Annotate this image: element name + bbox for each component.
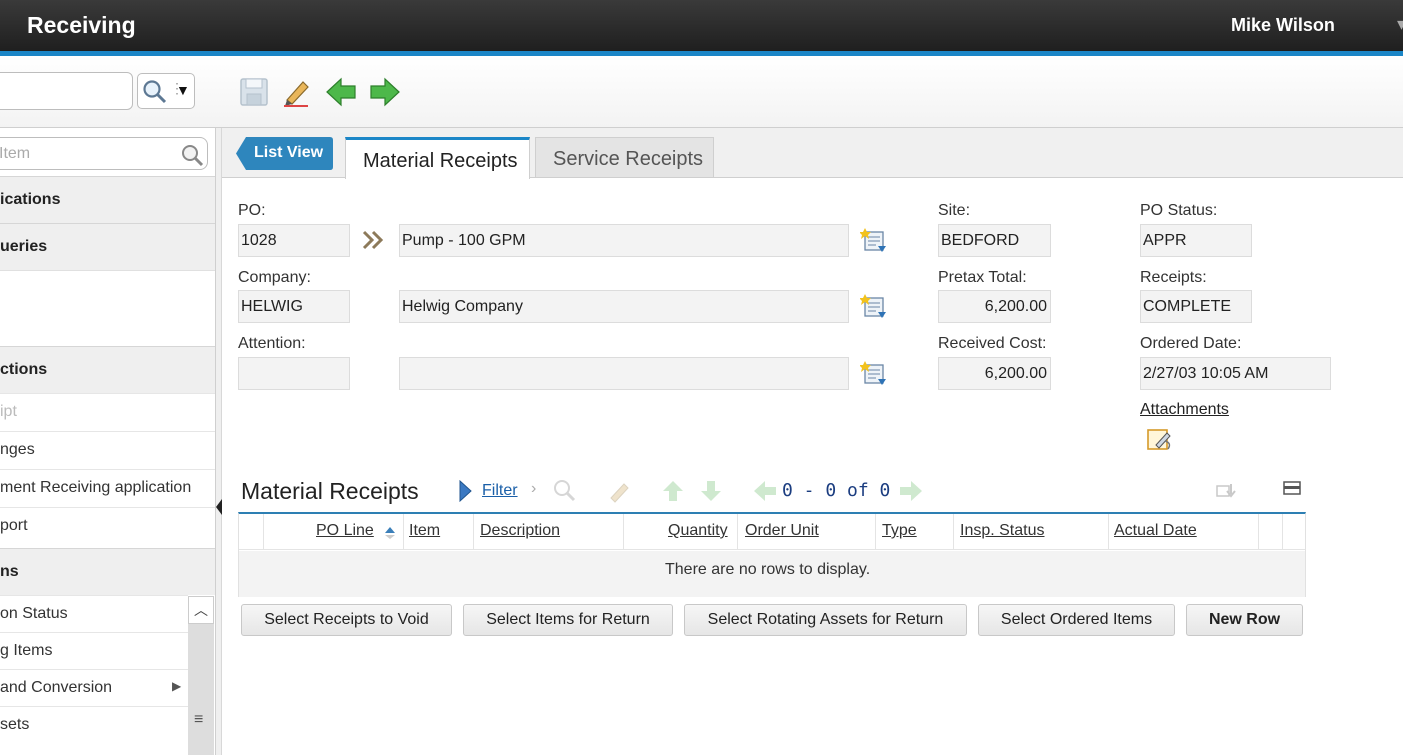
- empty-table-message: There are no rows to display.: [665, 561, 871, 578]
- ordered-date-label: Ordered Date:: [1140, 335, 1242, 352]
- sidebar-section-actions[interactable]: ctions: [0, 346, 215, 393]
- sidebar-action-item[interactable]: port: [0, 507, 215, 544]
- received-cost-field: 6,200.00: [938, 357, 1051, 390]
- clear-filter-icon: [610, 483, 629, 503]
- sidebar-section-applications[interactable]: ications: [0, 176, 215, 223]
- tab-service-receipts[interactable]: Service Receipts: [535, 137, 714, 177]
- detail-menu-icon[interactable]: [860, 226, 888, 254]
- next-page-icon: [900, 481, 922, 501]
- toolbar: ⋮ ▼: [0, 56, 1403, 128]
- sidebar: Item ications ueries ctions ipt nges men…: [0, 128, 216, 755]
- attachments-icon[interactable]: [1146, 427, 1174, 453]
- receipts-label: Receipts:: [1140, 269, 1207, 286]
- ordered-date-field: 2/27/03 10:05 AM: [1140, 357, 1331, 390]
- sort-ascending-icon[interactable]: [383, 526, 397, 540]
- po-status-field: APPR: [1140, 224, 1252, 257]
- quick-search-input[interactable]: [0, 72, 133, 110]
- user-menu-icon[interactable]: ▾: [1397, 14, 1403, 35]
- pagination-text: 0 - 0 of 0: [782, 480, 891, 501]
- sidebar-section-queries[interactable]: ueries: [0, 223, 215, 270]
- pretax-total-field: 6,200.00: [938, 290, 1051, 323]
- clear-changes-icon[interactable]: [281, 76, 313, 108]
- detail-menu-icon[interactable]: [860, 292, 888, 320]
- search-icon[interactable]: [180, 143, 204, 167]
- column-header-quantity[interactable]: Quantity: [668, 522, 728, 540]
- attention-label: Attention:: [238, 335, 306, 352]
- list-view-button[interactable]: List View: [236, 137, 333, 170]
- attachments-link[interactable]: Attachments: [1140, 401, 1229, 419]
- search-icon: [554, 480, 576, 502]
- sidebar-find-input[interactable]: Item: [0, 137, 208, 170]
- download-icon: [1216, 484, 1236, 498]
- next-record-icon[interactable]: [369, 76, 401, 108]
- po-field[interactable]: 1028: [238, 224, 350, 257]
- chevron-right-icon: ▶: [172, 679, 182, 693]
- select-rotating-assets-for-return-button[interactable]: Select Rotating Assets for Return: [684, 604, 967, 636]
- table-body: There are no rows to display.: [239, 551, 1305, 597]
- previous-record-icon[interactable]: [325, 76, 357, 108]
- filter-expand-icon[interactable]: [458, 480, 472, 502]
- column-header-order-unit[interactable]: Order Unit: [745, 522, 819, 540]
- collapse-table-icon[interactable]: [1283, 481, 1301, 495]
- table-title: Material Receipts: [241, 478, 419, 504]
- attention-field[interactable]: [238, 357, 350, 390]
- sidebar-more-item[interactable]: on Status: [0, 595, 188, 632]
- table-header-row: PO Line Item Description Quantity Order …: [239, 514, 1305, 550]
- receipts-field: COMPLETE: [1140, 290, 1252, 323]
- company-name-field[interactable]: Helwig Company: [399, 290, 849, 323]
- chevron-right-icon: ›: [531, 480, 537, 497]
- sidebar-find-placeholder: Item: [0, 145, 31, 162]
- sidebar-section-more[interactable]: ns: [0, 548, 215, 595]
- app-title: Receiving: [27, 12, 136, 38]
- double-chevron-right-icon[interactable]: [362, 230, 386, 250]
- sidebar-more-item[interactable]: and Conversion ▶: [0, 669, 188, 706]
- previous-page-icon: [754, 481, 776, 501]
- chevron-up-icon[interactable]: ︿: [188, 596, 214, 624]
- new-row-button[interactable]: New Row: [1186, 604, 1303, 636]
- search-button[interactable]: ⋮ ▼: [137, 73, 195, 109]
- po-status-label: PO Status:: [1140, 202, 1218, 219]
- detail-menu-icon[interactable]: [860, 359, 888, 387]
- save-icon[interactable]: [238, 76, 270, 108]
- chevron-down-icon: ▼: [176, 82, 190, 98]
- column-header-description[interactable]: Description: [480, 522, 560, 540]
- arrow-down-icon: [701, 481, 721, 501]
- company-label: Company:: [238, 269, 311, 286]
- app-header: Receiving Mike Wilson ▾: [0, 0, 1403, 51]
- po-description-field[interactable]: Pump - 100 GPM: [399, 224, 849, 257]
- sidebar-splitter[interactable]: [216, 128, 222, 755]
- attention-description-field[interactable]: [399, 357, 849, 390]
- column-header-po-line[interactable]: PO Line: [316, 522, 374, 540]
- company-field[interactable]: HELWIG: [238, 290, 350, 323]
- sidebar-more-item[interactable]: g Items: [0, 632, 188, 669]
- material-receipts-table: PO Line Item Description Quantity Order …: [238, 512, 1306, 597]
- select-items-for-return-button[interactable]: Select Items for Return: [463, 604, 673, 636]
- collapse-sidebar-icon[interactable]: [215, 497, 223, 517]
- filter-link[interactable]: Filter: [482, 482, 518, 500]
- search-icon: [143, 80, 167, 104]
- sidebar-action-item: ipt: [0, 393, 215, 430]
- sidebar-action-item[interactable]: ment Receiving application: [0, 469, 215, 506]
- user-name[interactable]: Mike Wilson: [1231, 15, 1335, 36]
- sidebar-more-item[interactable]: sets: [0, 706, 188, 743]
- column-header-actual-date[interactable]: Actual Date: [1114, 522, 1197, 540]
- select-receipts-to-void-button[interactable]: Select Receipts to Void: [241, 604, 452, 636]
- received-cost-label: Received Cost:: [938, 335, 1047, 352]
- column-header-insp-status[interactable]: Insp. Status: [960, 522, 1045, 540]
- sidebar-action-item[interactable]: nges: [0, 431, 215, 468]
- select-ordered-items-button[interactable]: Select Ordered Items: [978, 604, 1175, 636]
- sidebar-scrollbar[interactable]: ︿ ≡: [188, 596, 214, 755]
- po-label: PO:: [238, 202, 266, 219]
- site-label: Site:: [938, 202, 971, 219]
- arrow-up-icon: [663, 481, 683, 501]
- scroll-grip-icon[interactable]: ≡: [194, 711, 203, 729]
- tab-material-receipts[interactable]: Material Receipts: [345, 137, 530, 179]
- column-header-item[interactable]: Item: [409, 522, 440, 540]
- sidebar-queries-body: [0, 270, 215, 347]
- pretax-total-label: Pretax Total:: [938, 269, 1027, 286]
- site-field[interactable]: BEDFORD: [938, 224, 1051, 257]
- column-header-type[interactable]: Type: [882, 522, 917, 540]
